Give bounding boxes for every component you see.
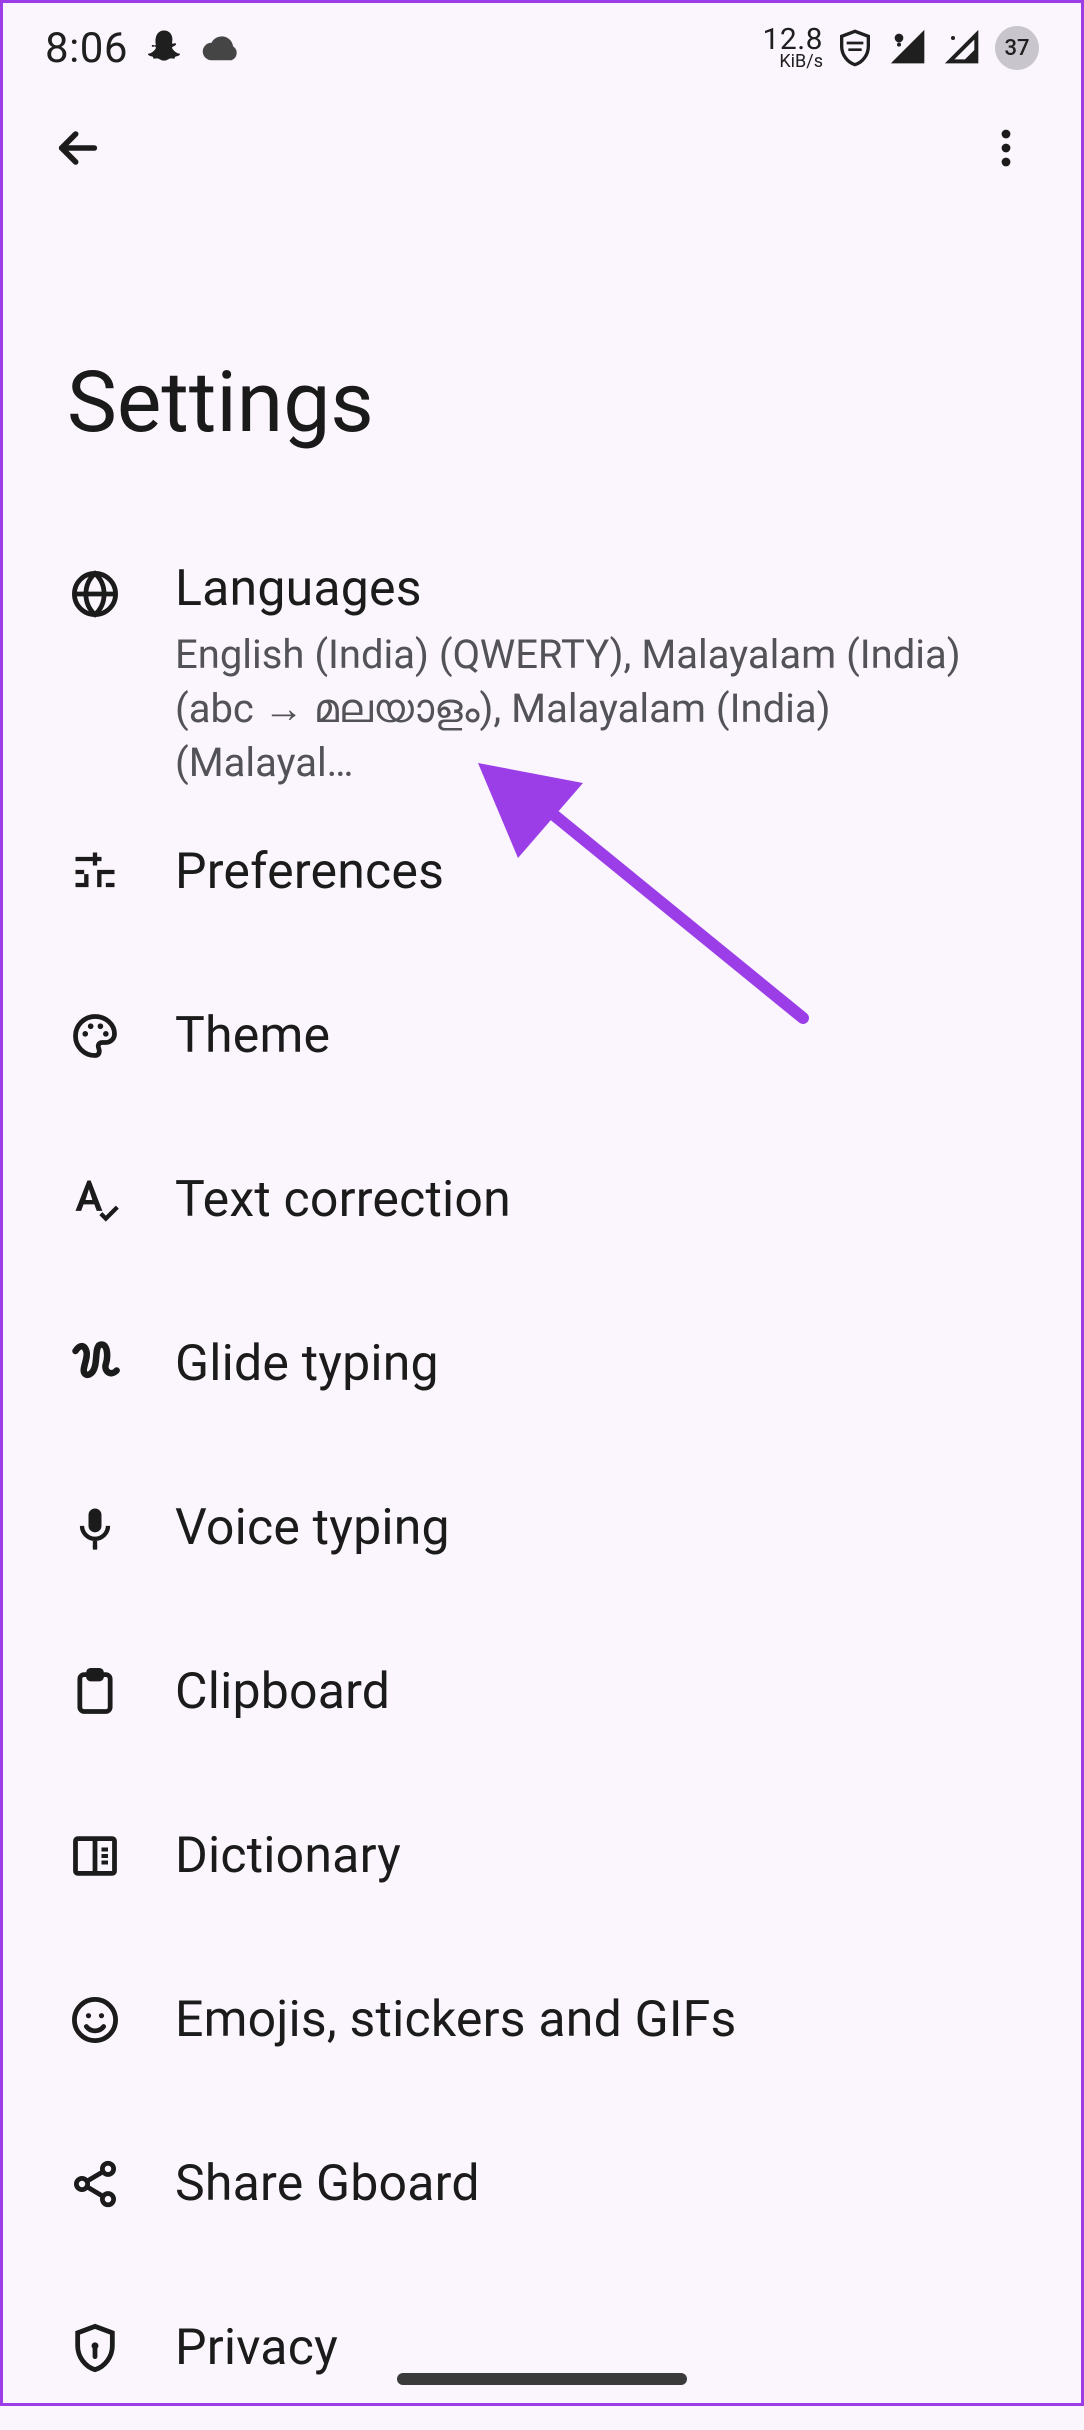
battery-indicator: 37 (995, 26, 1039, 70)
settings-item-languages[interactable]: Languages English (India) (QWERTY), Mala… (3, 532, 1081, 790)
mic-icon (67, 1500, 123, 1556)
settings-item-title: Clipboard (175, 1663, 1017, 1721)
palette-icon (67, 1008, 123, 1064)
status-bar: 8:06 12.8 KiB/s 37 (3, 3, 1081, 93)
settings-item-subtitle: English (India) (QWERTY), Malayalam (Ind… (175, 628, 995, 790)
gesture-nav-handle[interactable] (397, 2373, 687, 2385)
settings-item-title: Privacy (175, 2319, 1017, 2377)
more-options-button[interactable] (971, 113, 1041, 183)
tune-icon (67, 844, 123, 900)
settings-item-title: Theme (175, 1007, 1017, 1065)
settings-item-title: Share Gboard (175, 2155, 1017, 2213)
cloud-icon (200, 26, 244, 70)
settings-item-dictionary[interactable]: Dictionary (3, 1774, 1081, 1938)
settings-item-title: Dictionary (175, 1827, 1017, 1885)
spellcheck-icon (67, 1172, 123, 1228)
settings-item-title: Preferences (175, 843, 1017, 901)
settings-item-preferences[interactable]: Preferences (3, 790, 1081, 954)
network-speed-indicator: 12.8 KiB/s (763, 25, 824, 71)
globe-icon (67, 566, 123, 622)
signal-sim2-icon (941, 26, 985, 70)
emoji-icon (67, 1992, 123, 2048)
share-icon (67, 2156, 123, 2212)
settings-item-emoji[interactable]: Emojis, stickers and GIFs (3, 1938, 1081, 2102)
settings-item-glide-typing[interactable]: Glide typing (3, 1282, 1081, 1446)
settings-item-theme[interactable]: Theme (3, 954, 1081, 1118)
shield-icon (833, 26, 877, 70)
settings-list: Languages English (India) (QWERTY), Mala… (3, 462, 1081, 2430)
settings-item-voice-typing[interactable]: Voice typing (3, 1446, 1081, 1610)
book-icon (67, 1828, 123, 1884)
signal-sim1-icon (887, 26, 931, 70)
settings-item-title: Glide typing (175, 1335, 1017, 1393)
clipboard-icon (67, 1664, 123, 1720)
settings-item-clipboard[interactable]: Clipboard (3, 1610, 1081, 1774)
settings-item-share[interactable]: Share Gboard (3, 2102, 1081, 2266)
settings-item-text-correction[interactable]: Text correction (3, 1118, 1081, 1282)
app-bar (3, 93, 1081, 203)
settings-item-title: Emojis, stickers and GIFs (175, 1991, 1017, 2049)
settings-item-privacy[interactable]: Privacy (3, 2266, 1081, 2430)
settings-item-title: Voice typing (175, 1499, 1017, 1557)
page-title: Settings (3, 203, 1081, 462)
gesture-icon (67, 1336, 123, 1392)
status-time: 8:06 (45, 24, 128, 73)
settings-item-title: Languages (175, 560, 1017, 618)
privacy-shield-icon (67, 2320, 123, 2376)
snapchat-notification-icon (142, 26, 186, 70)
back-button[interactable] (43, 113, 113, 183)
settings-item-title: Text correction (175, 1171, 1017, 1229)
